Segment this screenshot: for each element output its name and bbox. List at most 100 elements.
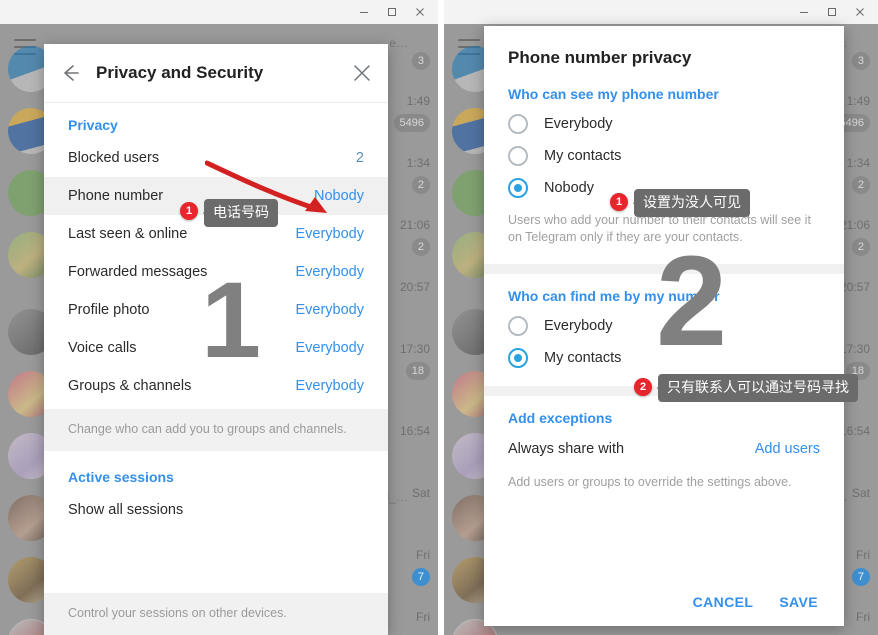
radio-find-my-contacts[interactable]: My contacts xyxy=(484,342,844,374)
chat-badge: 3 xyxy=(411,52,430,70)
close-icon[interactable] xyxy=(336,44,388,102)
row-label: Show all sessions xyxy=(68,502,184,518)
chat-badge: 2 xyxy=(851,176,870,194)
save-button[interactable]: SAVE xyxy=(779,594,818,610)
chat-badge: 2 xyxy=(411,238,430,256)
chat-badge: 2 xyxy=(851,238,870,256)
radio-label: My contacts xyxy=(544,148,622,164)
phone-number-privacy-dialog: Phone number privacy Who can see my phon… xyxy=(484,26,844,626)
maximize-icon[interactable] xyxy=(818,1,846,23)
window-controls-right xyxy=(790,0,874,24)
add-users-button[interactable]: Add users xyxy=(755,441,820,457)
section-title-who-can-find: Who can find me by my number xyxy=(508,288,720,304)
privacy-section: Privacy Blocked users 2 Phone number Nob… xyxy=(44,103,388,409)
hint-sessions: Control your sessions on other devices. xyxy=(44,593,388,635)
row-value: Everybody xyxy=(295,378,364,394)
cancel-button[interactable]: CANCEL xyxy=(693,594,754,610)
chat-time: 17:30 xyxy=(399,342,430,356)
chat-time: 21:06 xyxy=(399,218,430,232)
window-controls-left xyxy=(350,0,434,24)
radio-icon-selected[interactable] xyxy=(508,178,528,198)
dialog-title: Phone number privacy xyxy=(508,48,692,67)
hint-groups: Change who can add you to groups and cha… xyxy=(44,409,388,451)
chat-time: 21:06 xyxy=(839,218,870,232)
telegram-window-right: 3 1:49 5496 1:34 2 21:06 2 20:57 17:30 18 16… xyxy=(444,0,878,635)
sessions-section: Active sessions Show all sessions xyxy=(44,451,388,533)
chat-time: 20:57 xyxy=(399,280,430,294)
step-badge-2: 2 xyxy=(634,378,652,396)
radio-icon-selected[interactable] xyxy=(508,348,528,368)
section-title-active-sessions: Active sessions xyxy=(68,469,174,485)
dialog-actions: CANCEL SAVE xyxy=(667,594,844,610)
radio-icon[interactable] xyxy=(508,146,528,166)
close-window-icon[interactable] xyxy=(846,1,874,23)
radio-see-my-contacts[interactable]: My contacts xyxy=(484,140,844,172)
row-voice-calls[interactable]: Voice calls Everybody xyxy=(44,329,388,367)
page-title: Privacy and Security xyxy=(96,63,264,82)
row-label: Blocked users xyxy=(68,150,160,166)
title-bar-right xyxy=(444,0,878,25)
radio-icon[interactable] xyxy=(508,114,528,134)
chat-time: Fri xyxy=(856,610,870,624)
section-who-can-find: Who can find me by my number Everybody M… xyxy=(484,274,844,386)
chat-time: 16:54 xyxy=(399,424,430,438)
radio-icon[interactable] xyxy=(508,316,528,336)
row-label: Groups & channels xyxy=(68,378,192,394)
chat-badge: 3 xyxy=(851,52,870,70)
chat-badge: 18 xyxy=(405,362,430,380)
chat-time: Fri xyxy=(416,548,430,562)
section-who-can-see: Who can see my phone number Everybody My… xyxy=(484,78,844,264)
chat-badge: 2 xyxy=(411,176,430,194)
row-label: Always share with xyxy=(508,441,625,457)
row-show-all-sessions[interactable]: Show all sessions xyxy=(44,491,388,529)
row-label: Phone number xyxy=(68,188,164,204)
section-add-exceptions: Add exceptions Always share with Add use… xyxy=(484,396,844,509)
section-title-who-can-see: Who can see my phone number xyxy=(508,86,719,102)
maximize-icon[interactable] xyxy=(378,1,406,23)
chat-snippet: e… xyxy=(389,36,408,50)
row-label: Voice calls xyxy=(68,340,137,356)
row-groups-and-channels[interactable]: Groups & channels Everybody xyxy=(44,367,388,405)
row-value: Everybody xyxy=(295,264,364,280)
section-title-add-exceptions: Add exceptions xyxy=(508,410,613,426)
title-bar-left xyxy=(0,0,438,25)
chat-badge: 7 xyxy=(851,568,870,586)
radio-find-everybody[interactable]: Everybody xyxy=(484,310,844,342)
close-window-icon[interactable] xyxy=(406,1,434,23)
chat-time: 1:34 xyxy=(846,156,870,170)
telegram-window-left: 3 1:49 5496 1:34 2 21:06 2 20:57 17:30 18 16… xyxy=(0,0,438,635)
minimize-icon[interactable] xyxy=(790,1,818,23)
chat-time: 20:57 xyxy=(839,280,870,294)
chat-time: Sat xyxy=(851,486,870,500)
section-title-privacy: Privacy xyxy=(68,117,118,133)
radio-label: Everybody xyxy=(544,116,613,132)
row-always-share-with[interactable]: Always share with Add users xyxy=(484,432,844,466)
radio-see-everybody[interactable]: Everybody xyxy=(484,108,844,140)
chat-time: 1:49 xyxy=(846,94,870,108)
radio-label: My contacts xyxy=(544,350,622,366)
chat-time: 1:34 xyxy=(406,156,430,170)
section-divider xyxy=(484,264,844,274)
chat-badge: 5496 xyxy=(393,114,430,132)
chat-time: 1:49 xyxy=(406,94,430,108)
minimize-icon[interactable] xyxy=(350,1,378,23)
row-label: Last seen & online xyxy=(68,226,188,242)
row-forwarded-messages[interactable]: Forwarded messages Everybody xyxy=(44,253,388,291)
chat-time: Sat xyxy=(411,486,430,500)
step-badge-1: 1 xyxy=(180,202,198,220)
chat-time: Fri xyxy=(416,610,430,624)
row-blocked-users[interactable]: Blocked users 2 xyxy=(44,139,388,177)
tooltip-phone-number: 电话号码 xyxy=(203,199,278,227)
row-value: Nobody xyxy=(314,188,364,204)
row-label: Forwarded messages xyxy=(68,264,208,280)
chat-time: Fri xyxy=(856,548,870,562)
radio-label: Everybody xyxy=(544,318,613,334)
row-value: Everybody xyxy=(295,302,364,318)
chat-time: 17:30 xyxy=(839,342,870,356)
row-profile-photo[interactable]: Profile photo Everybody xyxy=(44,291,388,329)
back-icon[interactable] xyxy=(44,44,96,102)
screenshot-root: 3 1:49 5496 1:34 2 21:06 2 20:57 17:30 18 16… xyxy=(0,0,878,635)
row-value: Everybody xyxy=(295,226,364,242)
row-value: Everybody xyxy=(295,340,364,356)
description-add-exceptions: Add users or groups to override the sett… xyxy=(508,475,792,489)
